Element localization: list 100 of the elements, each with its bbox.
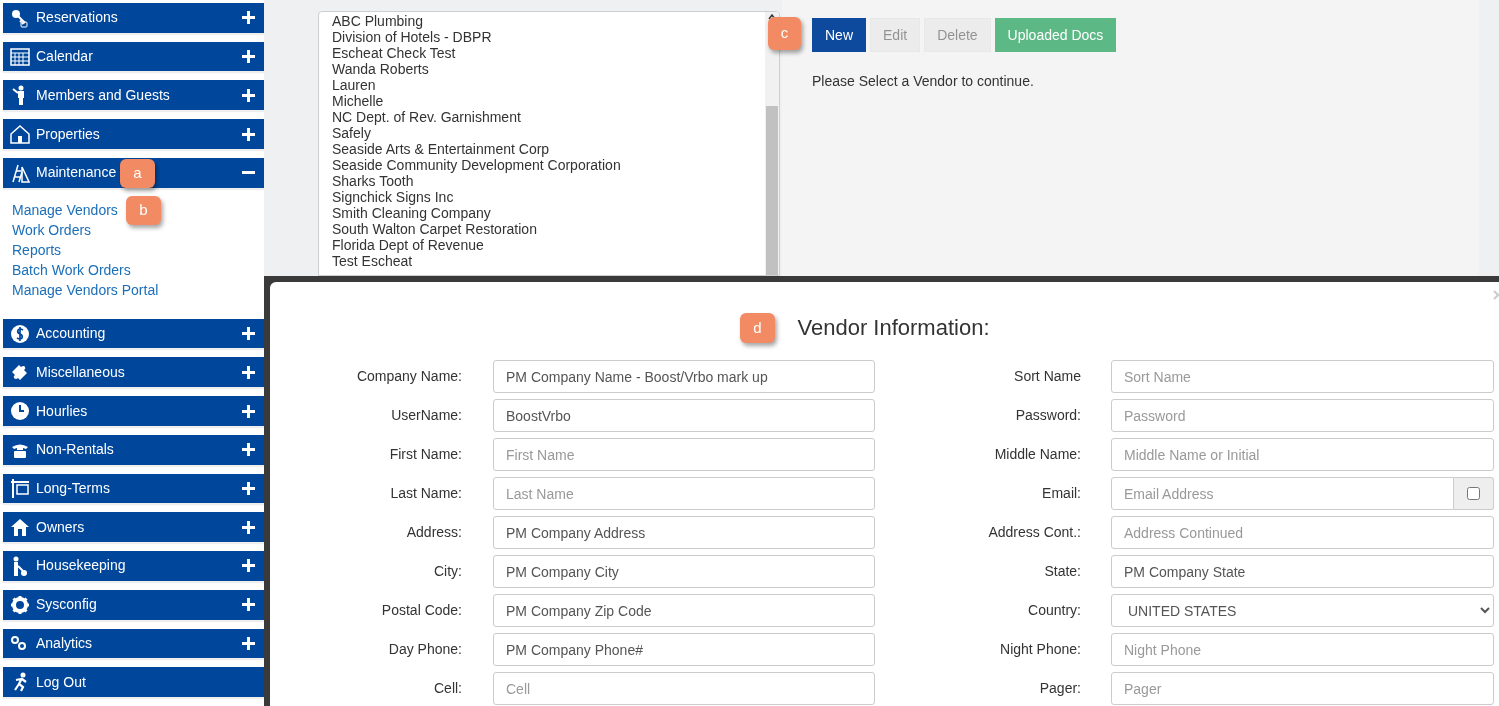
sidebar-section[interactable]: Hourlies [3,396,264,426]
sidebar-section[interactable]: Reservations [3,3,264,33]
sidebar-section[interactable]: Properties [3,119,264,149]
minus-icon[interactable] [242,171,255,175]
plus-icon[interactable] [242,11,255,25]
submenu-link[interactable]: Reports [12,239,62,260]
plus-icon[interactable] [242,520,255,534]
input-field[interactable]: Email Address [1111,477,1454,510]
plus-icon[interactable] [242,50,255,64]
calendar-icon [10,46,30,67]
scroll-thumb[interactable] [766,106,778,275]
plus-icon[interactable] [242,88,255,102]
section-label: Long-Terms [36,478,110,498]
plus-icon[interactable] [242,404,255,418]
vendor-option[interactable]: Signchick Signs Inc [332,189,454,205]
input-field[interactable]: PM Company Address [493,516,875,549]
vendor-option[interactable]: ABC Plumbing [332,13,424,29]
plus-icon[interactable] [242,636,255,650]
callout-badge: c [768,17,801,50]
input-field[interactable]: Middle Name or Initial [1111,438,1494,471]
section-label: Hourlies [36,401,88,421]
vendor-listbox[interactable] [318,11,780,276]
input-field[interactable]: PM Company Zip Code [493,594,875,627]
section-label: Reservations [36,8,118,28]
vendor-option[interactable]: Florida Dept of Revenue [332,237,484,253]
section-label: Calendar [36,47,93,67]
vendor-option[interactable]: South Walton Carpet Restoration [332,221,537,237]
submenu-link[interactable]: Manage Vendors Portal [12,279,159,300]
field-label: Last Name: [389,484,462,503]
callout-badge: d [740,313,775,343]
vendor-option[interactable]: Seaside Arts & Entertainment Corp [332,141,550,157]
vendor-option[interactable]: Seaside Community Development Corporation [332,157,621,173]
sidebar-section[interactable]: Long-Terms [3,473,264,504]
vendor-option[interactable]: Safely [332,125,371,141]
sidebar-section[interactable]: Owners [3,512,264,543]
sidebar-section[interactable]: Housekeeping [3,551,264,581]
input-field[interactable]: PM Company City [493,555,875,588]
section-label: Members and Guests [36,85,170,105]
section-label: Accounting [36,324,106,344]
plus-icon[interactable] [242,365,255,379]
field-label: Cell: [433,679,462,698]
input-field[interactable]: Sort Name [1111,360,1494,393]
section-label: Owners [36,517,85,537]
sidebar-section[interactable]: Accounting [3,318,264,349]
sign-icon [10,478,30,499]
input-field[interactable]: BoostVrbo [493,399,875,432]
plus-icon[interactable] [242,598,255,612]
sidebar-section[interactable]: Analytics [3,628,264,659]
vendor-option[interactable]: Escheat Check Test [332,45,456,61]
sidebar-section[interactable]: Members and Guests [3,80,264,111]
input-field[interactable]: PM Company Name - Boost/Vrbo mark up [493,360,875,393]
plus-icon[interactable] [242,327,255,341]
field-label: Night Phone: [999,640,1081,659]
plus-icon[interactable] [242,481,255,495]
input-field[interactable]: Password [1111,399,1494,432]
input-field[interactable]: PM Company State [1111,555,1494,588]
submenu-link[interactable]: Batch Work Orders [12,259,131,280]
vendor-option[interactable]: Test Escheat [332,253,413,269]
vendor-option[interactable]: Lauren [332,77,376,93]
status-message: Please Select a Vendor to continue. [812,72,1035,91]
clock-icon [10,401,30,421]
checkbox[interactable] [1467,487,1480,500]
field-label: Company Name: [355,367,462,386]
field-label: Pager: [1038,679,1081,698]
vendor-option[interactable]: Division of Hotels - DBPR [332,29,492,45]
house-icon [10,124,30,145]
vendor-option[interactable]: Michelle [332,93,384,109]
section-label: Housekeeping [36,556,126,576]
modal-title: Vendor Information: [797,314,990,342]
input-field[interactable]: Last Name [493,477,875,510]
dollar-icon [10,323,30,344]
sidebar-section[interactable]: Sysconfig [3,589,264,620]
sidebar-section[interactable]: Log Out [3,667,264,697]
sidebar-section[interactable]: Miscellaneous [3,357,264,388]
vendor-option[interactable]: Sharks Tooth [332,173,414,189]
input-field[interactable]: First Name [493,438,875,471]
section-label: Non-Rentals [36,440,114,460]
section-label: Sysconfig [36,595,97,615]
input-field[interactable]: PM Company Phone# [493,633,875,666]
input-field[interactable]: Night Phone [1111,633,1494,666]
field-label: City: [433,562,462,581]
vendor-option[interactable]: NC Dept. of Rev. Garnishment [332,109,521,125]
field-label: Sort Name [1013,367,1081,386]
sidebar-section[interactable]: Calendar [3,41,264,72]
plus-icon[interactable] [242,127,255,141]
submenu-link[interactable]: Manage Vendors [12,199,118,220]
country-select[interactable]: UNITED STATES [1111,594,1494,627]
submenu-link[interactable]: Work Orders [12,219,92,240]
input-field[interactable]: Pager [1111,672,1494,705]
vendor-option[interactable]: Wanda Roberts [332,61,429,77]
toolbar-button[interactable]: New [812,18,866,52]
plus-icon[interactable] [242,559,255,573]
sidebar-section[interactable]: Non-Rentals [3,434,264,465]
input-field[interactable]: Cell [493,672,875,705]
vendor-option[interactable]: Smith Cleaning Company [332,205,491,221]
section-label: Properties [36,124,100,144]
ladder-icon [10,162,30,183]
input-field[interactable]: Address Continued [1111,516,1494,549]
scrollbar[interactable] [765,12,779,275]
plus-icon[interactable] [242,443,255,457]
